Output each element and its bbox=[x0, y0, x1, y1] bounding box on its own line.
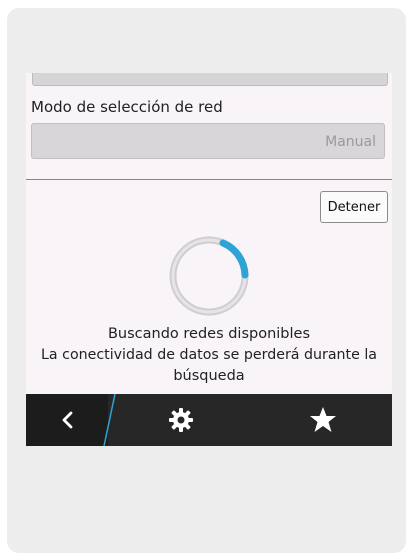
status-searching-text: Buscando redes disponibles bbox=[107, 326, 311, 342]
loading-spinner-icon bbox=[169, 236, 249, 316]
network-mode-select[interactable]: Manual bbox=[31, 123, 385, 159]
back-button[interactable] bbox=[26, 394, 108, 446]
back-divider-slash bbox=[103, 394, 116, 446]
status-warning-text-cont: búsqueda bbox=[173, 368, 245, 384]
stop-button[interactable]: Detener bbox=[320, 191, 388, 223]
action-bar bbox=[26, 394, 392, 446]
previous-field-stub bbox=[32, 73, 388, 86]
status-warning-text: La conectividad de datos se perderá dura… bbox=[41, 347, 377, 363]
favorites-star-icon[interactable] bbox=[308, 405, 338, 435]
network-selection-screen: Modo de selección de red Manual Detener … bbox=[26, 73, 392, 445]
back-icon bbox=[62, 411, 73, 429]
section-divider bbox=[26, 179, 392, 180]
network-mode-label: Modo de selección de red bbox=[31, 98, 223, 116]
network-mode-value: Manual bbox=[325, 134, 376, 150]
settings-gear-icon[interactable] bbox=[168, 407, 194, 433]
